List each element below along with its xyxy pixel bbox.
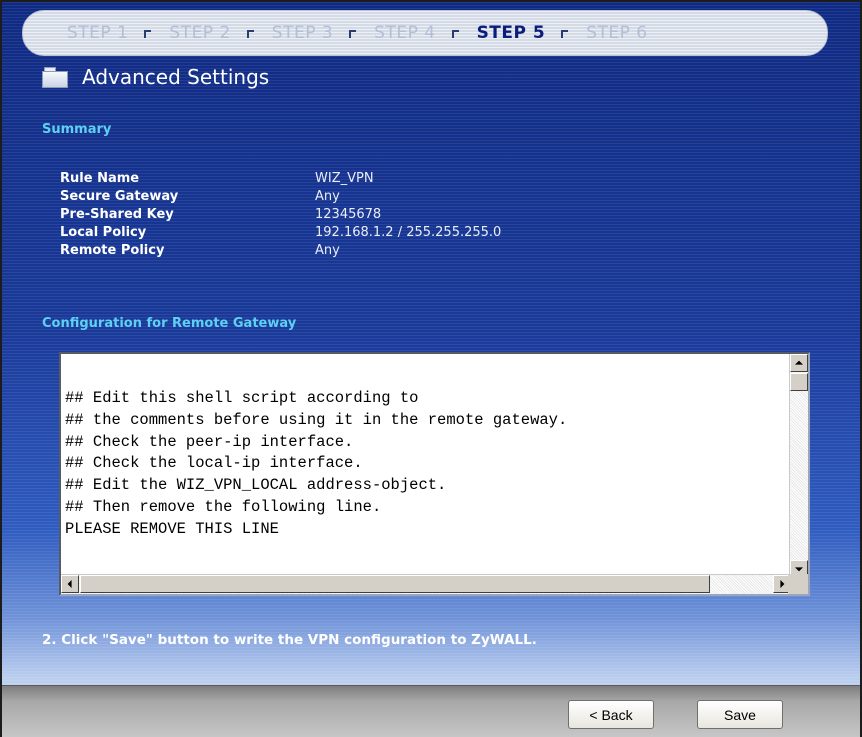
script-text[interactable]: ## Edit this shell script according to ##… — [65, 388, 786, 541]
summary-heading: Summary — [42, 122, 112, 137]
scroll-up-button[interactable] — [790, 354, 808, 372]
left-arrow-icon — [67, 580, 72, 588]
config-heading: Configuration for Remote Gateway — [42, 316, 297, 331]
summary-value: WIZ_VPN — [315, 170, 374, 186]
summary-row-local-policy: Local Policy 192.168.1.2 / 255.255.255.0 — [60, 223, 501, 241]
vertical-scrollbar[interactable] — [789, 354, 808, 578]
summary-row-pre-shared-key: Pre-Shared Key 12345678 — [60, 205, 501, 223]
summary-label: Pre-Shared Key — [60, 206, 174, 222]
script-textarea[interactable]: ## Edit this shell script according to ##… — [59, 352, 810, 596]
step-4-label: STEP 4 — [374, 23, 436, 43]
save-button[interactable]: Save — [697, 700, 783, 729]
scroll-corner — [788, 574, 808, 594]
summary-value: Any — [315, 242, 340, 258]
step-2-label: STEP 2 — [169, 23, 231, 43]
script-line: ## Then remove the following line. — [65, 497, 382, 516]
script-line: ## Edit the WIZ_VPN_LOCAL address-object… — [65, 476, 447, 495]
script-line: ## Edit this shell script according to — [65, 389, 419, 407]
horizontal-scrollbar[interactable] — [61, 574, 791, 594]
summary-row-secure-gateway: Secure Gateway Any — [60, 187, 501, 205]
script-line: ## the comments before using it in the r… — [65, 410, 568, 429]
back-button[interactable]: < Back — [568, 700, 654, 729]
step-5-label: STEP 5 — [476, 23, 546, 43]
step-separator — [144, 30, 152, 38]
step-3-label: STEP 3 — [271, 23, 334, 43]
step-separator — [561, 30, 569, 38]
step-1-label: STEP 1 — [67, 23, 129, 43]
summary-value: 12345678 — [315, 206, 382, 222]
script-line: PLEASE REMOVE THIS LINE — [65, 519, 279, 538]
summary-row-remote-policy: Remote Policy Any — [60, 241, 501, 259]
step-separator — [349, 30, 357, 38]
summary-label: Secure Gateway — [60, 188, 179, 204]
scroll-left-button[interactable] — [61, 575, 79, 593]
wizard-window: STEP 1 STEP 2 STEP 3 STEP 4 STEP 5 STEP … — [0, 0, 862, 737]
step-separator — [451, 30, 459, 38]
script-line: ## Check the peer-ip interface. — [65, 432, 354, 451]
page-title-row: Advanced Settings — [42, 62, 269, 92]
folder-icon — [42, 66, 70, 88]
summary-row-rule-name: Rule Name WIZ_VPN — [60, 169, 501, 187]
summary-label: Remote Policy — [60, 242, 165, 258]
horizontal-scroll-thumb[interactable] — [80, 575, 710, 593]
summary-label: Local Policy — [60, 224, 147, 240]
step-6-label: STEP 6 — [586, 23, 648, 43]
right-arrow-icon — [780, 580, 785, 588]
summary-value: Any — [315, 188, 340, 204]
summary-table: Rule Name WIZ_VPN Secure Gateway Any Pre… — [60, 169, 501, 259]
step-separator — [246, 30, 254, 38]
instruction-text: 2. Click "Save" button to write the VPN … — [42, 632, 537, 648]
step-progress-bar: STEP 1 STEP 2 STEP 3 STEP 4 STEP 5 STEP … — [22, 10, 828, 56]
summary-label: Rule Name — [60, 170, 140, 186]
page-title: Advanced Settings — [82, 65, 270, 89]
summary-value: 192.168.1.2 / 255.255.255.0 — [315, 224, 502, 240]
up-arrow-icon — [795, 360, 803, 365]
vertical-scroll-thumb[interactable] — [790, 373, 808, 391]
down-arrow-icon — [795, 567, 803, 572]
button-bar: < Back Save — [2, 685, 860, 737]
script-line: ## Check the local-ip interface. — [65, 454, 363, 473]
